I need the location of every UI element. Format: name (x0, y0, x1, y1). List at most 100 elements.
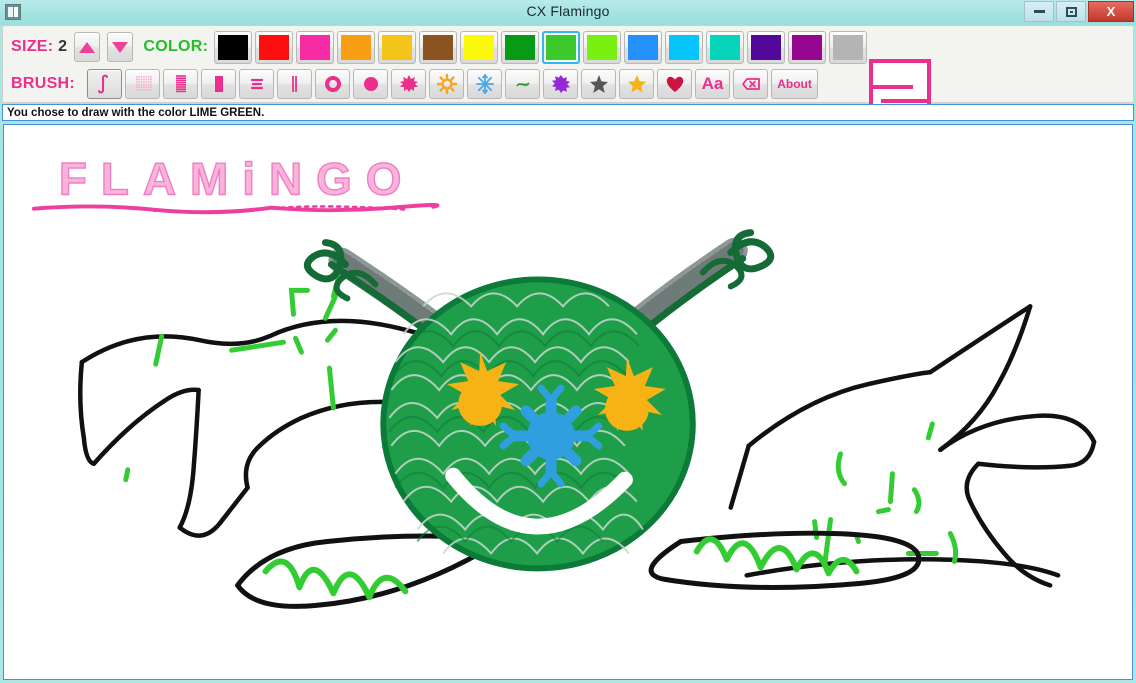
color-swatch-magenta[interactable] (788, 30, 827, 64)
sun-brush[interactable] (429, 69, 465, 99)
star-filled-icon (626, 73, 648, 95)
svg-text:FLAMiNGO: FLAMiNGO (59, 153, 416, 205)
color-chip-yellow (464, 34, 495, 60)
solid-block-brush[interactable] (201, 69, 237, 99)
integral-icon (94, 73, 116, 95)
triple-line-brush[interactable] (239, 69, 275, 99)
status-bar: You chose to draw with the color LIME GR… (2, 104, 1134, 121)
color-chip-lime-green (546, 34, 577, 60)
size-value: 2 (58, 38, 68, 55)
canvas-artwork: FLAMiNGO (31, 152, 1097, 609)
dotted-sketch-brush[interactable] (125, 69, 161, 99)
color-chip-dark-green (505, 34, 536, 60)
hatch-icon (170, 73, 192, 95)
window-controls: X (1024, 1, 1134, 22)
snowflake-brush[interactable] (467, 69, 503, 99)
preview-line-2 (881, 99, 927, 103)
about-label: About (777, 77, 812, 91)
lines-icon (246, 73, 268, 95)
parallel-icon (284, 73, 306, 95)
drawing-canvas[interactable]: FLAMiNGO (3, 124, 1133, 680)
flower-brush[interactable] (543, 69, 579, 99)
window-title: CX Flamingo (526, 3, 610, 19)
minimize-button[interactable] (1024, 1, 1054, 22)
star-icon (588, 73, 610, 95)
color-swatch-black[interactable] (214, 30, 253, 64)
minimize-icon (1033, 10, 1045, 13)
swirl-icon (512, 73, 534, 95)
size-increase-button[interactable] (74, 32, 101, 62)
color-chip-red (259, 34, 290, 60)
block-icon (208, 73, 230, 95)
about-button[interactable]: About (771, 69, 819, 99)
color-chip-magenta (792, 34, 823, 60)
flower-icon (550, 73, 572, 95)
size-label: SIZE: 2 (11, 38, 67, 56)
heart-brush[interactable] (657, 69, 693, 99)
swirl-brush[interactable] (505, 69, 541, 99)
dense-hatch-brush[interactable] (163, 69, 199, 99)
app-window: CX Flamingo X SIZE: 2 COLOR: BRUSH: Aa A… (0, 0, 1136, 683)
canvas-shape-right-wing (728, 304, 1097, 588)
eraser-brush[interactable] (733, 69, 769, 99)
color-chip-gray (833, 34, 864, 60)
canvas-green-flecks-right (812, 421, 959, 568)
text-brush[interactable]: Aa (695, 69, 731, 99)
integral-curve-brush[interactable] (87, 69, 123, 99)
color-swatch-dark-green[interactable] (501, 30, 540, 64)
color-swatch-orange[interactable] (337, 30, 376, 64)
color-palette (214, 30, 870, 64)
color-chip-sky-blue (669, 34, 700, 60)
status-message: You chose to draw with the color LIME GR… (7, 107, 265, 119)
parallel-line-brush[interactable] (277, 69, 313, 99)
color-swatch-gray[interactable] (829, 30, 868, 64)
color-swatch-turquoise[interactable] (706, 30, 745, 64)
color-swatch-gold[interactable] (378, 30, 417, 64)
circle-outline-brush[interactable] (315, 69, 351, 99)
color-chip-purple (751, 34, 782, 60)
close-icon: X (1106, 4, 1116, 19)
snowflake-icon (474, 73, 496, 95)
title-bar: CX Flamingo X (0, 0, 1136, 25)
color-swatch-blue[interactable] (624, 30, 663, 64)
size-decrease-button[interactable] (107, 32, 134, 62)
close-button[interactable]: X (1088, 1, 1134, 22)
color-chip-blue (628, 34, 659, 60)
dotted-icon (132, 73, 154, 95)
maximize-icon (1065, 6, 1077, 17)
color-chip-brown (423, 34, 454, 60)
star-gold-brush[interactable] (619, 69, 655, 99)
color-chip-gold (382, 34, 413, 60)
brush-palette: Aa (87, 69, 771, 99)
color-swatch-bright-green[interactable] (583, 30, 622, 64)
filled-circle-brush[interactable] (353, 69, 389, 99)
heart-icon (664, 73, 686, 95)
canvas-title-text: FLAMiNGO (58, 152, 416, 205)
burst-brush[interactable] (391, 69, 427, 99)
circle-outline-icon (322, 73, 344, 95)
color-chip-orange (341, 34, 372, 60)
color-chip-pink (300, 34, 331, 60)
color-swatch-red[interactable] (255, 30, 294, 64)
color-swatch-lime-green[interactable] (542, 30, 581, 64)
color-swatch-sky-blue[interactable] (665, 30, 704, 64)
triangle-up-icon (79, 41, 96, 53)
canvas-green-flecks-left (123, 271, 342, 483)
preview-line-1 (873, 85, 913, 89)
triangle-down-icon (112, 41, 129, 53)
size-label-text: SIZE: (11, 38, 54, 55)
creature-antenna-right (625, 229, 775, 334)
color-chip-black (218, 34, 249, 60)
color-swatch-purple[interactable] (747, 30, 786, 64)
filled-circle-icon (360, 73, 382, 95)
color-swatch-brown[interactable] (419, 30, 458, 64)
burst-icon (398, 73, 420, 95)
sun-icon (436, 73, 458, 95)
star-gray-brush[interactable] (581, 69, 617, 99)
color-swatch-yellow[interactable] (460, 30, 499, 64)
color-swatch-pink[interactable] (296, 30, 335, 64)
maximize-button[interactable] (1056, 1, 1086, 22)
eraser-icon (740, 73, 762, 95)
toolbar-row-color: SIZE: 2 COLOR: (3, 29, 870, 65)
color-chip-turquoise (710, 34, 741, 60)
